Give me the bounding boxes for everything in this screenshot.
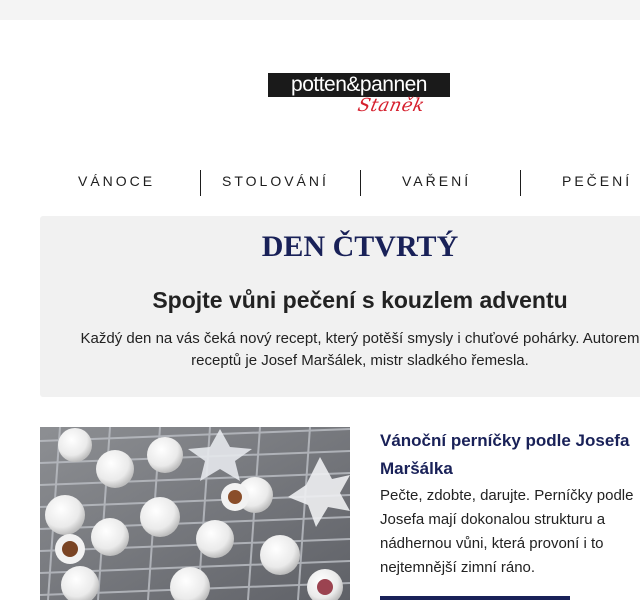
main-navigation: VÁNOCE STOLOVÁNÍ VAŘENÍ PEČENÍ	[0, 170, 640, 198]
intro-text: Každý den na vás čeká nový recept, který…	[80, 330, 640, 369]
brand-logo-wordmark: potten&pannen	[268, 73, 450, 97]
nav-divider	[520, 170, 521, 196]
nav-item-vareni[interactable]: VAŘENÍ	[402, 173, 471, 189]
nav-divider	[360, 170, 361, 196]
nav-divider	[200, 170, 201, 196]
article-excerpt: Pečte, zdobte, darujte. Perníčky podle J…	[380, 487, 634, 576]
advent-intro-panel: DEN ČTVRTÝ Spojte vůni pečení s kouzlem …	[40, 216, 640, 397]
campaign-subtitle: Spojte vůni pečení s kouzlem adventu	[152, 287, 568, 313]
nav-item-vanoce[interactable]: VÁNOCE	[78, 173, 155, 189]
article-title-link[interactable]: Vánoční perníčky podle Josefa Maršálka	[380, 427, 640, 483]
read-more-button[interactable]	[380, 596, 570, 600]
nav-item-peceni[interactable]: PEČENÍ	[562, 173, 632, 189]
gingerbread-photo-illustration	[40, 427, 350, 600]
nav-item-stolovani[interactable]: STOLOVÁNÍ	[222, 173, 329, 189]
brand-logo-script: Staněk	[355, 95, 427, 116]
newsletter-page: potten&pannen Staněk VÁNOCE STOLOVÁNÍ VA…	[0, 20, 640, 600]
article-image[interactable]	[40, 427, 350, 600]
brand-logo[interactable]: potten&pannen Staněk	[268, 73, 452, 139]
day-title: DEN ČTVRTÝ	[261, 230, 459, 263]
